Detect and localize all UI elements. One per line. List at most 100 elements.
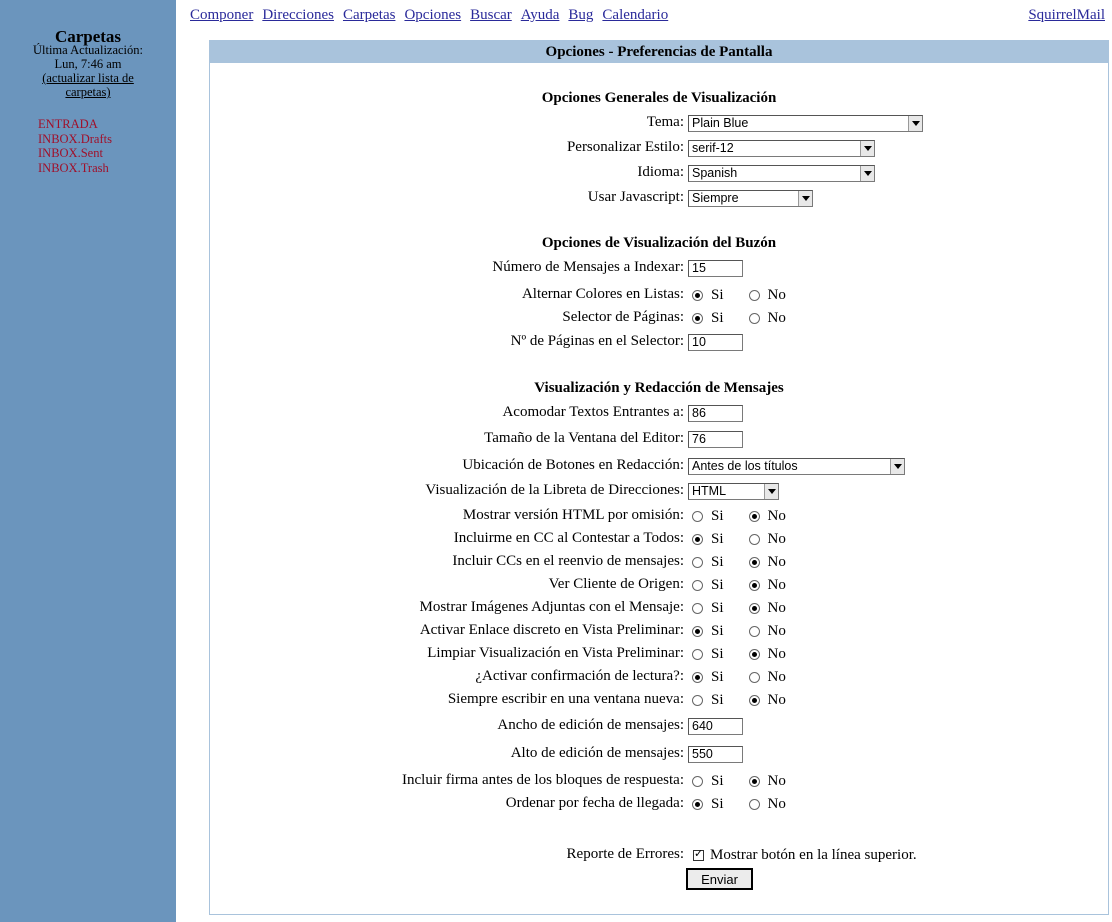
options-panel: Opciones - Preferencias de Pantalla Opci… bbox=[209, 40, 1109, 915]
alternar-colores-label: Alternar Colores en Listas: bbox=[521, 286, 684, 302]
nav-opciones[interactable]: Opciones bbox=[404, 7, 461, 23]
html-omision-si-radio[interactable] bbox=[692, 510, 703, 522]
section-message-title: Visualización y Redacción de Mensajes bbox=[534, 380, 784, 396]
folder-drafts[interactable]: INBOX.Drafts bbox=[38, 132, 112, 147]
javascript-select[interactable]: Siempre bbox=[688, 189, 813, 207]
squirrelmail-link[interactable]: SquirrelMail bbox=[1028, 7, 1105, 24]
radio-label-no: No bbox=[767, 668, 786, 685]
nav-bug[interactable]: Bug bbox=[568, 7, 593, 23]
ventana-nueva-no-radio[interactable] bbox=[748, 694, 760, 706]
radio-label-no: No bbox=[767, 576, 786, 593]
enlace-discreto-si-radio[interactable] bbox=[692, 625, 703, 637]
radio-label-no: No bbox=[767, 309, 786, 326]
estilo-select[interactable]: serif-12 bbox=[688, 139, 875, 157]
alternar-colores-si-radio[interactable] bbox=[692, 289, 703, 301]
incluir-ccs-no-radio[interactable] bbox=[748, 556, 760, 568]
imagenes-adjuntas-no-radio[interactable] bbox=[748, 602, 760, 614]
libreta-select[interactable]: HTML bbox=[688, 482, 779, 500]
row-enlace-discreto: Activar Enlace discreto en Vista Prelimi… bbox=[210, 620, 1108, 642]
html-omision-no-radio[interactable] bbox=[748, 510, 760, 522]
cliente-origen-si-radio[interactable] bbox=[692, 579, 703, 591]
nav-ayuda[interactable]: Ayuda bbox=[521, 7, 560, 23]
confirmacion-lectura-si-radio[interactable] bbox=[692, 671, 703, 683]
ubicacion-botones-label: Ubicación de Botones en Redacción: bbox=[462, 457, 684, 473]
refresh-folders-link[interactable]: (actualizar lista de carpetas) bbox=[42, 71, 134, 99]
folder-trash[interactable]: INBOX.Trash bbox=[38, 161, 112, 176]
ordenar-fecha-no-radio[interactable] bbox=[748, 798, 760, 810]
tam-editor-label: Tamaño de la Ventana del Editor: bbox=[484, 430, 684, 446]
radio-label-si: Si bbox=[711, 668, 724, 685]
firma-antes-no-radio[interactable] bbox=[748, 775, 760, 787]
cliente-origen-no-radio[interactable] bbox=[748, 579, 760, 591]
firma-antes-si-radio[interactable] bbox=[692, 775, 703, 787]
radio-label-no: No bbox=[767, 645, 786, 662]
libreta-label: Visualización de la Libreta de Direccion… bbox=[425, 482, 684, 498]
alternar-colores-no-radio[interactable] bbox=[748, 289, 760, 301]
acomodar-input[interactable]: 86 bbox=[688, 404, 743, 422]
num-paginas-input[interactable]: 10 bbox=[688, 333, 743, 351]
firma-antes-label: Incluir firma antes de los bloques de re… bbox=[402, 772, 684, 788]
imagenes-adjuntas-label: Mostrar Imágenes Adjuntas con el Mensaje… bbox=[419, 599, 684, 615]
limpiar-vista-no-radio[interactable] bbox=[748, 648, 760, 660]
ancho-edicion-label: Ancho de edición de mensajes: bbox=[497, 717, 684, 733]
num-mensajes-input[interactable]: 15 bbox=[688, 259, 743, 277]
imagenes-adjuntas-si-radio[interactable] bbox=[692, 602, 703, 614]
radio-label-no: No bbox=[767, 530, 786, 547]
limpiar-vista-si-radio[interactable] bbox=[692, 648, 703, 660]
radio-label-si: Si bbox=[711, 795, 724, 812]
radio-label-si: Si bbox=[711, 622, 724, 639]
row-ancho-edicion: Ancho de edición de mensajes: 640 bbox=[210, 715, 1108, 737]
row-reporte-errores: Reporte de Errores: Mostrar botón en la … bbox=[210, 844, 1108, 866]
row-num-mensajes: Número de Mensajes a Indexar: 15 bbox=[210, 257, 1108, 279]
radio-label-si: Si bbox=[711, 507, 724, 524]
tam-editor-input[interactable]: 76 bbox=[688, 430, 743, 448]
selector-paginas-no-radio[interactable] bbox=[748, 312, 760, 324]
last-update-label: Última Actualización: bbox=[32, 43, 144, 57]
confirmacion-lectura-no-radio[interactable] bbox=[748, 671, 760, 683]
ventana-nueva-label: Siempre escribir en una ventana nueva: bbox=[447, 691, 684, 707]
incluirme-cc-no-radio[interactable] bbox=[748, 533, 760, 545]
idioma-select[interactable]: Spanish bbox=[688, 164, 875, 182]
row-libreta: Visualización de la Libreta de Direccion… bbox=[210, 480, 1108, 502]
row-alto-edicion: Alto de edición de mensajes: 550 bbox=[210, 743, 1108, 765]
radio-label-si: Si bbox=[711, 645, 724, 662]
reporte-errores-checkbox[interactable] bbox=[693, 847, 704, 861]
enlace-discreto-label: Activar Enlace discreto en Vista Prelimi… bbox=[419, 622, 684, 638]
radio-label-no: No bbox=[767, 286, 786, 303]
nav-carpetas[interactable]: Carpetas bbox=[343, 7, 395, 23]
confirmacion-lectura-label: ¿Activar confirmación de lectura?: bbox=[475, 668, 684, 684]
incluir-ccs-label: Incluir CCs en el reenvio de mensajes: bbox=[452, 553, 684, 569]
incluirme-cc-si-radio[interactable] bbox=[692, 533, 703, 545]
radio-label-si: Si bbox=[711, 309, 724, 326]
sidebar-meta: Última Actualización: Lun, 7:46 am (actu… bbox=[0, 43, 176, 99]
nav-calendario[interactable]: Calendario bbox=[602, 7, 668, 23]
folder-entrada[interactable]: ENTRADA bbox=[38, 117, 112, 132]
enlace-discreto-no-radio[interactable] bbox=[748, 625, 760, 637]
row-imagenes-adjuntas: Mostrar Imágenes Adjuntas con el Mensaje… bbox=[210, 597, 1108, 619]
selector-paginas-si-radio[interactable] bbox=[692, 312, 703, 324]
ancho-edicion-input[interactable]: 640 bbox=[688, 717, 743, 735]
last-update-time: Lun, 7:46 am bbox=[54, 57, 122, 71]
html-omision-label: Mostrar versión HTML por omisión: bbox=[462, 507, 684, 523]
row-incluirme-cc: Incluirme en CC al Contestar a Todos: Si… bbox=[210, 528, 1108, 550]
javascript-label: Usar Javascript: bbox=[587, 189, 684, 205]
nav-buscar[interactable]: Buscar bbox=[470, 7, 512, 23]
row-alternar-colores: Alternar Colores en Listas: Si No bbox=[210, 284, 1108, 306]
alto-edicion-input[interactable]: 550 bbox=[688, 745, 743, 763]
enviar-button[interactable]: Enviar bbox=[686, 868, 753, 890]
row-num-paginas: Nº de Páginas en el Selector: 10 bbox=[210, 331, 1108, 353]
folder-sent[interactable]: INBOX.Sent bbox=[38, 146, 112, 161]
ordenar-fecha-si-radio[interactable] bbox=[692, 798, 703, 810]
ubicacion-botones-select[interactable]: Antes de los títulos bbox=[688, 457, 905, 475]
acomodar-label: Acomodar Textos Entrantes a: bbox=[502, 404, 684, 420]
nav-componer[interactable]: Componer bbox=[190, 7, 253, 23]
reporte-errores-checkbox-label[interactable]: Mostrar botón en la línea superior. bbox=[710, 847, 917, 864]
row-ventana-nueva: Siempre escribir en una ventana nueva: S… bbox=[210, 689, 1108, 711]
nav-direcciones[interactable]: Direcciones bbox=[262, 7, 334, 23]
tema-select[interactable]: Plain Blue bbox=[688, 114, 923, 132]
radio-label-no: No bbox=[767, 507, 786, 524]
row-incluir-ccs: Incluir CCs en el reenvio de mensajes: S… bbox=[210, 551, 1108, 573]
ventana-nueva-si-radio[interactable] bbox=[692, 694, 703, 706]
incluir-ccs-si-radio[interactable] bbox=[692, 556, 703, 568]
row-tam-editor: Tamaño de la Ventana del Editor: 76 bbox=[210, 428, 1108, 450]
